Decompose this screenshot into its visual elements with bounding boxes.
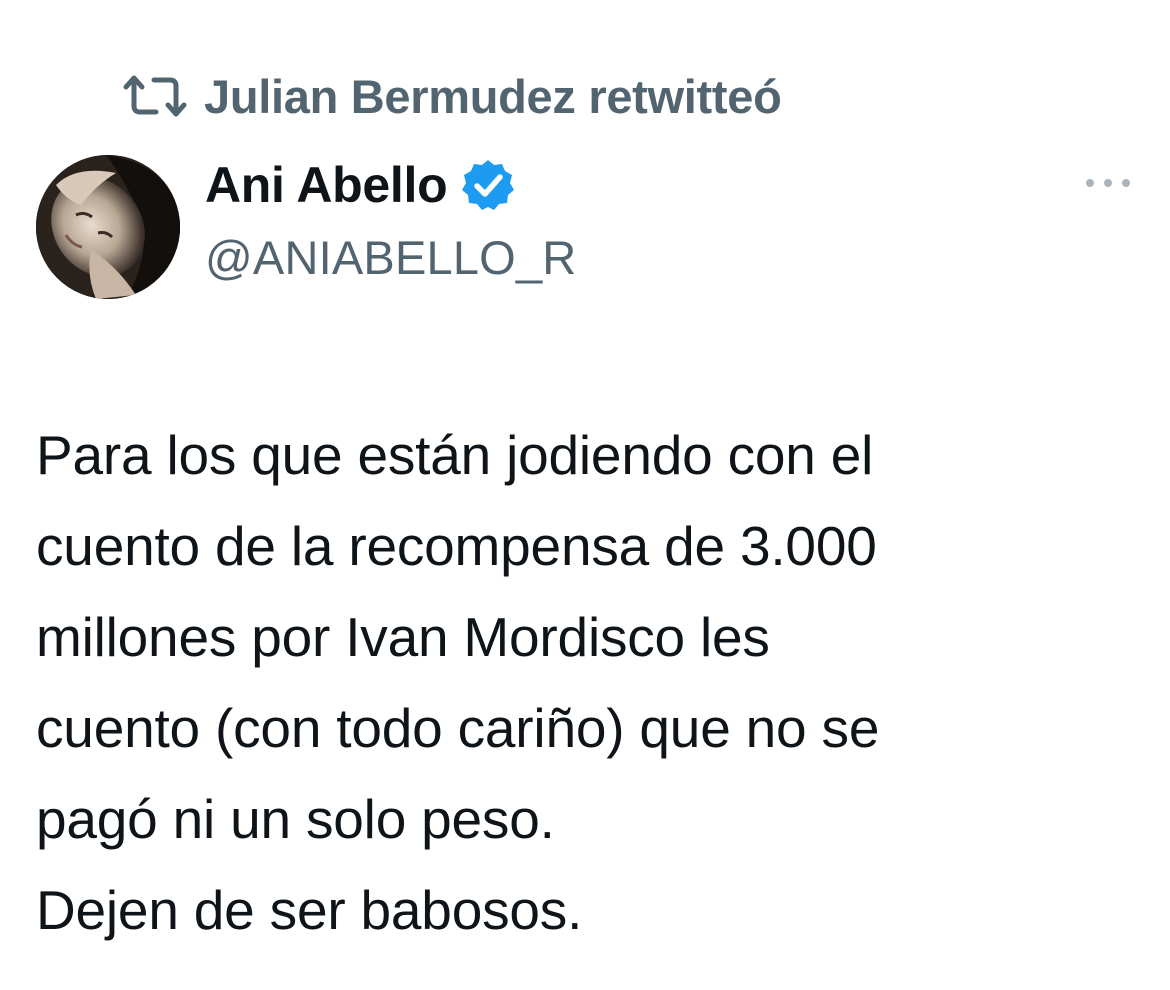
- tweet-text-line: cuento (con todo cariño) que no se: [36, 697, 880, 759]
- retweet-label: Julian Bermudez retwitteó: [204, 69, 782, 123]
- more-dot: [1122, 179, 1130, 187]
- more-dot: [1086, 179, 1094, 187]
- retweet-context[interactable]: Julian Bermudez retwitteó: [122, 66, 782, 126]
- tweet-text-line: Para los que están jodiendo con el: [36, 424, 874, 486]
- more-options-icon[interactable]: [1086, 168, 1130, 198]
- tweet-text-line: Dejen de ser babosos.: [36, 879, 583, 941]
- tweet-card[interactable]: Julian Bermudez retwitteó Ani Abello @AN…: [0, 0, 1170, 990]
- author-name[interactable]: Ani Abello: [205, 156, 448, 214]
- author-handle[interactable]: @ANIABELLO_R: [205, 230, 576, 285]
- retweet-icon: [122, 74, 188, 118]
- tweet-text-line: millones por Ivan Mordisco les: [36, 606, 770, 668]
- more-dot: [1104, 179, 1112, 187]
- tweet-text-line: cuento de la recompensa de 3.000: [36, 515, 877, 577]
- author-name-row[interactable]: Ani Abello: [205, 152, 515, 218]
- tweet-text-line: pagó ni un solo peso.: [36, 788, 555, 850]
- verified-badge-icon: [461, 158, 515, 212]
- tweet-text: Para los que están jodiendo con el cuent…: [36, 410, 1146, 956]
- avatar[interactable]: [36, 155, 180, 299]
